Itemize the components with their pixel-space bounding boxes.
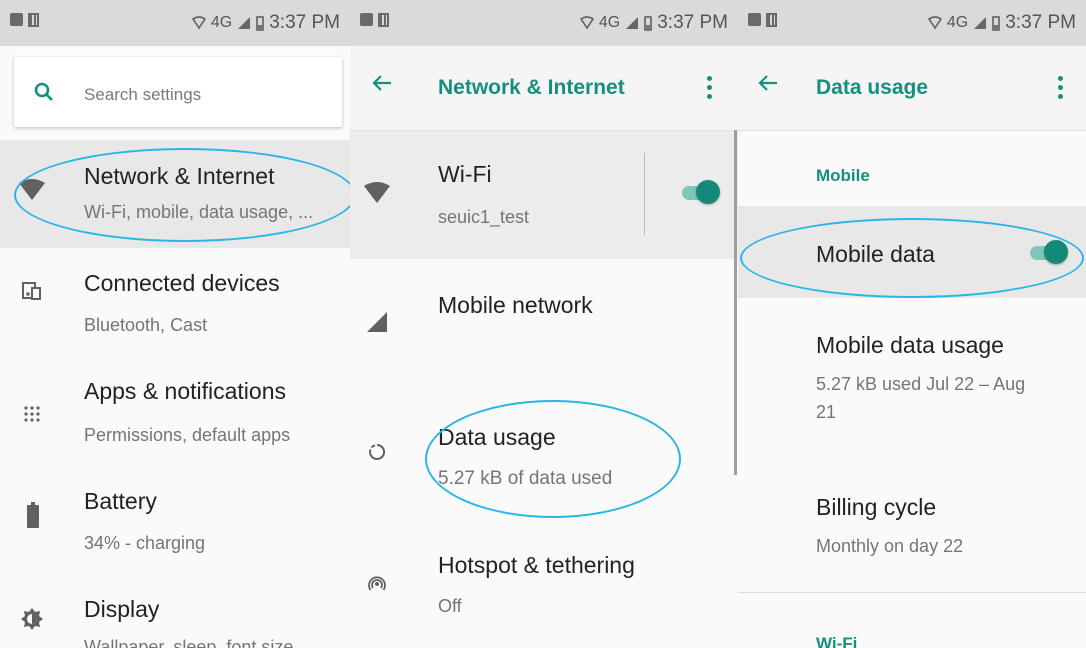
apps-icon [24,406,40,422]
page-title: Network & Internet [438,76,625,99]
notification-icon [10,13,23,26]
signal-status-icon [974,17,987,29]
wifi-icon [19,179,45,200]
divider [644,153,645,235]
status-bar: 4G 3:37 PM [0,0,350,46]
section-header-wifi: Wi-Fi [816,634,858,648]
page-title: Data usage [816,76,929,99]
clock: 3:37 PM [269,12,340,33]
billing-cycle-title: Billing cycle [816,494,937,520]
search-bar[interactable]: Search settings [14,57,342,127]
network-type: 4G [946,14,969,31]
battery-status-icon [644,15,653,31]
mobile-data-toggle[interactable] [1026,239,1068,265]
settings-item-title: Connected devices [84,270,280,296]
scrollbar[interactable] [734,130,737,475]
wifi-status-icon [191,16,206,30]
divider [738,592,1086,593]
settings-item-subtitle: Permissions, default apps [84,425,291,445]
settings-item-subtitle: Wallpaper, sleep, font size [84,637,294,648]
signal-status-icon [626,17,639,29]
settings-item-subtitle: Wi-Fi, mobile, data usage, ... [84,202,314,222]
settings-item-title: Display [84,596,160,622]
app-bar: Network & Internet [350,46,738,131]
clock: 3:37 PM [1005,12,1076,33]
network-item-mobile[interactable]: Mobile network [350,262,738,374]
settings-item-network[interactable]: Network & Internet Wi-Fi, mobile, data u… [0,140,350,248]
settings-panel: 4G 3:37 PM Search settings Network & Int… [0,0,350,648]
network-item-wifi[interactable]: Wi-Fi seuic1_test [350,131,738,259]
mobile-data-usage-subtitle-cont: 21 [816,402,837,422]
mobile-data-usage-row[interactable]: Mobile data usage 5.27 kB used Jul 22 – … [738,318,1086,448]
brightness-icon [21,608,43,630]
settings-item-title: Network & Internet [84,163,275,189]
settings-item-title: Battery [84,488,157,514]
signal-icon [367,312,387,332]
network-item-title: Data usage [438,424,556,450]
more-options-icon[interactable] [707,76,713,103]
notification-icon [748,13,761,26]
signal-status-icon [238,17,251,29]
network-item-subtitle: 5.27 kB of data used [438,468,613,489]
barcode-icon [378,13,389,27]
settings-item-connected-devices[interactable]: Connected devices Bluetooth, Cast [0,255,350,360]
section-header-mobile: Mobile [816,166,870,185]
search-icon [34,82,53,101]
settings-item-title: Apps & notifications [84,378,287,404]
mobile-data-usage-subtitle: 5.27 kB used Jul 22 – Aug [816,374,1026,394]
wifi-icon [364,182,390,203]
clock: 3:37 PM [657,12,728,33]
back-arrow-icon[interactable] [372,74,392,92]
wifi-status-icon [927,16,942,30]
network-item-title: Hotspot & tethering [438,552,635,578]
data-usage-icon [369,443,386,460]
app-bar: Data usage [738,46,1086,131]
barcode-icon [28,13,39,27]
network-type: 4G [210,14,233,31]
network-item-subtitle: Off [438,596,462,616]
barcode-icon [766,13,777,27]
notification-icon [360,13,373,26]
billing-cycle-row[interactable]: Billing cycle Monthly on day 22 [738,480,1086,580]
mobile-data-title: Mobile data [816,241,935,267]
status-bar: 4G 3:37 PM [738,0,1086,46]
search-input[interactable]: Search settings [84,85,201,105]
network-item-data-usage[interactable]: Data usage 5.27 kB of data used [350,400,738,510]
battery-icon [27,502,39,528]
devices-icon [22,282,41,300]
battery-status-icon [992,15,1001,31]
status-bar: 4G 3:37 PM [350,0,738,46]
hotspot-icon [368,576,386,591]
data-usage-panel: 4G 3:37 PM Data usage Mobile Mobile data… [738,0,1086,648]
network-type: 4G [598,14,621,31]
network-item-subtitle: seuic1_test [438,207,530,227]
battery-status-icon [256,15,265,31]
network-item-title: Mobile network [438,292,593,318]
mobile-data-row[interactable]: Mobile data [738,206,1086,298]
billing-cycle-subtitle: Monthly on day 22 [816,536,964,556]
network-panel: 4G 3:37 PM Network & Internet Wi-Fi seui… [350,0,738,648]
mobile-data-usage-title: Mobile data usage [816,332,1004,358]
settings-item-subtitle: Bluetooth, Cast [84,315,208,335]
settings-item-apps[interactable]: Apps & notifications Permissions, defaul… [0,368,350,473]
back-arrow-icon[interactable] [758,74,778,92]
wifi-toggle[interactable] [678,179,720,205]
settings-item-display[interactable]: Display Wallpaper, sleep, font size [0,584,350,648]
settings-item-battery[interactable]: Battery 34% - charging [0,476,350,581]
settings-item-subtitle: 34% - charging [84,533,206,553]
network-item-hotspot[interactable]: Hotspot & tethering Off [350,530,738,630]
network-item-title: Wi-Fi [438,161,492,187]
more-options-icon[interactable] [1058,76,1064,103]
wifi-status-icon [579,16,594,30]
